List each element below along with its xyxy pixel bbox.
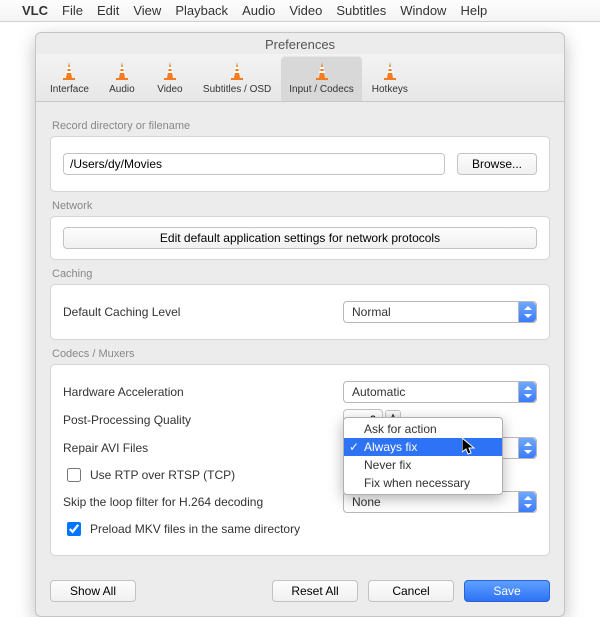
tab-label: Audio	[109, 84, 135, 95]
mkv-label: Preload MKV files in the same directory	[90, 522, 300, 536]
record-panel: Browse...	[50, 136, 550, 192]
menu-view[interactable]: View	[133, 3, 161, 18]
record-path-input[interactable]	[63, 153, 445, 175]
menu-file[interactable]: File	[62, 3, 83, 18]
repair-option-always[interactable]: Always fix	[344, 438, 502, 456]
chevron-updown-icon	[518, 438, 536, 458]
vlc-cone-icon	[311, 60, 333, 82]
repair-option-when-necessary[interactable]: Fix when necessary	[344, 474, 502, 492]
repair-avi-label: Repair AVI Files	[63, 441, 343, 455]
skip-loop-value: None	[352, 495, 381, 509]
app-menu[interactable]: VLC	[22, 3, 48, 18]
reset-all-button[interactable]: Reset All	[272, 580, 358, 602]
tab-hotkeys[interactable]: Hotkeys	[364, 56, 416, 101]
vlc-cone-icon	[159, 60, 181, 82]
hwaccel-value: Automatic	[352, 385, 405, 399]
group-label-caching: Caching	[52, 268, 550, 280]
tab-label: Hotkeys	[372, 84, 408, 95]
group-label-network: Network	[52, 200, 550, 212]
save-button[interactable]: Save	[464, 580, 550, 602]
network-panel: Edit default application settings for ne…	[50, 216, 550, 260]
menu-subtitles[interactable]: Subtitles	[336, 3, 386, 18]
window-title: Preferences	[36, 33, 564, 54]
vlc-cone-icon	[226, 60, 248, 82]
tab-label: Subtitles / OSD	[203, 84, 271, 95]
tab-subtitles-osd[interactable]: Subtitles / OSD	[195, 56, 279, 101]
preferences-toolbar: Interface Audio Video Subtitles / OSD In…	[36, 54, 564, 102]
footer-buttons: Show All Reset All Cancel Save	[36, 568, 564, 616]
menu-playback[interactable]: Playback	[175, 3, 228, 18]
tab-video[interactable]: Video	[147, 56, 193, 101]
network-protocols-button[interactable]: Edit default application settings for ne…	[63, 227, 537, 249]
mkv-checkbox[interactable]	[67, 522, 81, 536]
ppq-label: Post-Processing Quality	[63, 413, 343, 427]
tab-label: Interface	[50, 84, 89, 95]
cancel-button[interactable]: Cancel	[368, 580, 454, 602]
repair-avi-dropdown: Ask for action Always fix Never fix Fix …	[343, 417, 503, 495]
caching-level-select[interactable]: Normal	[343, 301, 537, 323]
menu-edit[interactable]: Edit	[97, 3, 119, 18]
vlc-cone-icon	[111, 60, 133, 82]
skip-loop-label: Skip the loop filter for H.264 decoding	[63, 495, 343, 509]
vlc-cone-icon	[58, 60, 80, 82]
menu-video[interactable]: Video	[289, 3, 322, 18]
chevron-updown-icon	[518, 382, 536, 402]
mac-menubar: VLC File Edit View Playback Audio Video …	[0, 0, 600, 22]
menu-audio[interactable]: Audio	[242, 3, 275, 18]
menu-window[interactable]: Window	[400, 3, 446, 18]
repair-option-ask[interactable]: Ask for action	[344, 420, 502, 438]
chevron-updown-icon	[518, 302, 536, 322]
codecs-panel: Hardware Acceleration Automatic Post-Pro…	[50, 364, 550, 556]
menu-help[interactable]: Help	[460, 3, 487, 18]
group-label-record: Record directory or filename	[52, 120, 550, 132]
tab-label: Input / Codecs	[289, 84, 353, 95]
show-all-button[interactable]: Show All	[50, 580, 136, 602]
rtp-label: Use RTP over RTSP (TCP)	[90, 468, 235, 482]
hwaccel-select[interactable]: Automatic	[343, 381, 537, 403]
caching-panel: Default Caching Level Normal	[50, 284, 550, 340]
tab-audio[interactable]: Audio	[99, 56, 145, 101]
rtp-checkbox[interactable]	[67, 468, 81, 482]
tab-input-codecs[interactable]: Input / Codecs	[281, 56, 361, 101]
rtp-checkbox-row[interactable]: Use RTP over RTSP (TCP)	[63, 465, 235, 485]
caching-level-value: Normal	[352, 305, 391, 319]
tab-interface[interactable]: Interface	[42, 56, 97, 101]
chevron-updown-icon	[518, 492, 536, 512]
vlc-cone-icon	[379, 60, 401, 82]
hwaccel-label: Hardware Acceleration	[63, 385, 343, 399]
repair-option-never[interactable]: Never fix	[344, 456, 502, 474]
caching-level-label: Default Caching Level	[63, 305, 343, 319]
tab-label: Video	[157, 84, 182, 95]
mkv-checkbox-row[interactable]: Preload MKV files in the same directory	[63, 519, 300, 539]
group-label-codecs: Codecs / Muxers	[52, 348, 550, 360]
browse-button[interactable]: Browse...	[457, 153, 537, 175]
preferences-window: Preferences Interface Audio Video Subtit…	[35, 32, 565, 617]
